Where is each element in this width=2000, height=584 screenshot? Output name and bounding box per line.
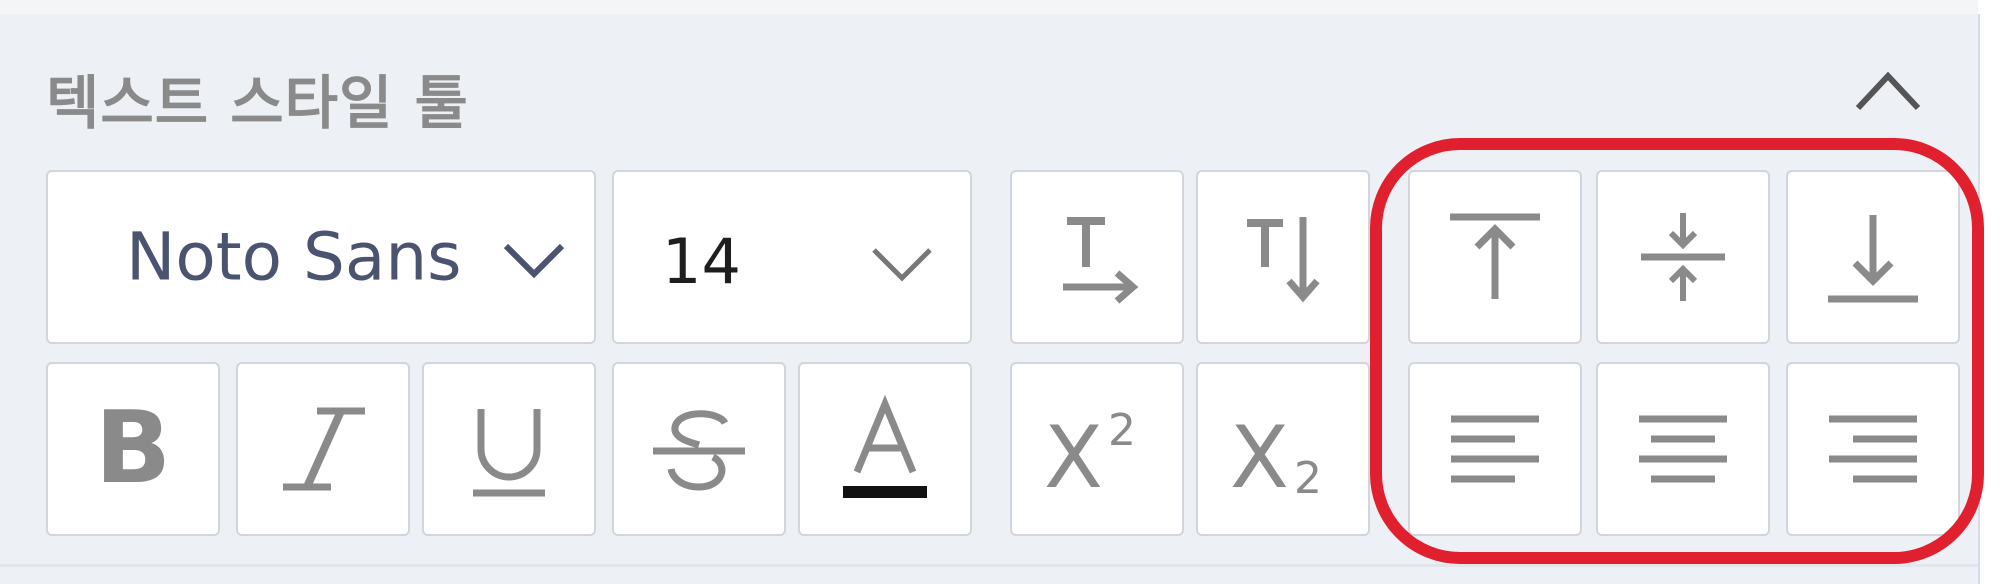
align-top-button[interactable] xyxy=(1408,170,1582,344)
align-middle-button[interactable] xyxy=(1596,170,1770,344)
svg-text:X: X xyxy=(1044,408,1103,499)
bold-icon: B xyxy=(95,394,171,504)
svg-text:2: 2 xyxy=(1108,405,1136,456)
subscript-icon: X 2 xyxy=(1230,408,1322,499)
align-right-icon xyxy=(1829,415,1917,483)
align-center-icon xyxy=(1639,415,1727,483)
chevron-up-icon xyxy=(1855,71,1921,111)
underline-button[interactable] xyxy=(422,362,596,536)
align-left-button[interactable] xyxy=(1408,362,1582,536)
superscript-button[interactable]: X 2 xyxy=(1010,362,1184,536)
font-family-value: Noto Sans xyxy=(126,218,462,296)
horizontal-text-icon xyxy=(1063,217,1139,304)
panel-title: 텍스트 스타일 툴 xyxy=(46,69,469,137)
vertical-text-icon xyxy=(1247,217,1320,303)
bottom-divider xyxy=(0,564,1978,567)
text-direction-vertical-button[interactable] xyxy=(1196,170,1370,344)
align-middle-icon xyxy=(1641,213,1725,301)
svg-text:B: B xyxy=(95,394,171,504)
svg-text:X: X xyxy=(1230,408,1289,499)
italic-button[interactable] xyxy=(236,362,410,536)
font-color-icon xyxy=(843,394,927,498)
italic-icon xyxy=(283,407,365,491)
font-size-value: 14 xyxy=(662,224,741,298)
align-bottom-button[interactable] xyxy=(1786,170,1960,344)
align-left-icon xyxy=(1451,415,1539,483)
collapse-button[interactable] xyxy=(1852,64,1924,116)
align-center-button[interactable] xyxy=(1596,362,1770,536)
font-color-button[interactable] xyxy=(798,362,972,536)
strikethrough-button[interactable] xyxy=(612,362,786,536)
strikethrough-icon xyxy=(653,410,745,491)
svg-text:2: 2 xyxy=(1294,453,1322,499)
font-family-select[interactable]: Noto Sans xyxy=(46,170,596,344)
chevron-down-icon xyxy=(503,243,565,279)
align-right-button[interactable] xyxy=(1786,362,1960,536)
font-size-select[interactable]: 14 xyxy=(612,170,972,344)
subscript-button[interactable]: X 2 xyxy=(1196,362,1370,536)
chevron-down-icon xyxy=(872,248,932,282)
underline-icon xyxy=(473,409,545,497)
superscript-icon: X 2 xyxy=(1044,405,1136,499)
bold-button[interactable]: B xyxy=(46,362,220,536)
align-bottom-icon xyxy=(1828,215,1918,303)
text-direction-horizontal-button[interactable] xyxy=(1010,170,1184,344)
align-top-icon xyxy=(1450,213,1540,299)
